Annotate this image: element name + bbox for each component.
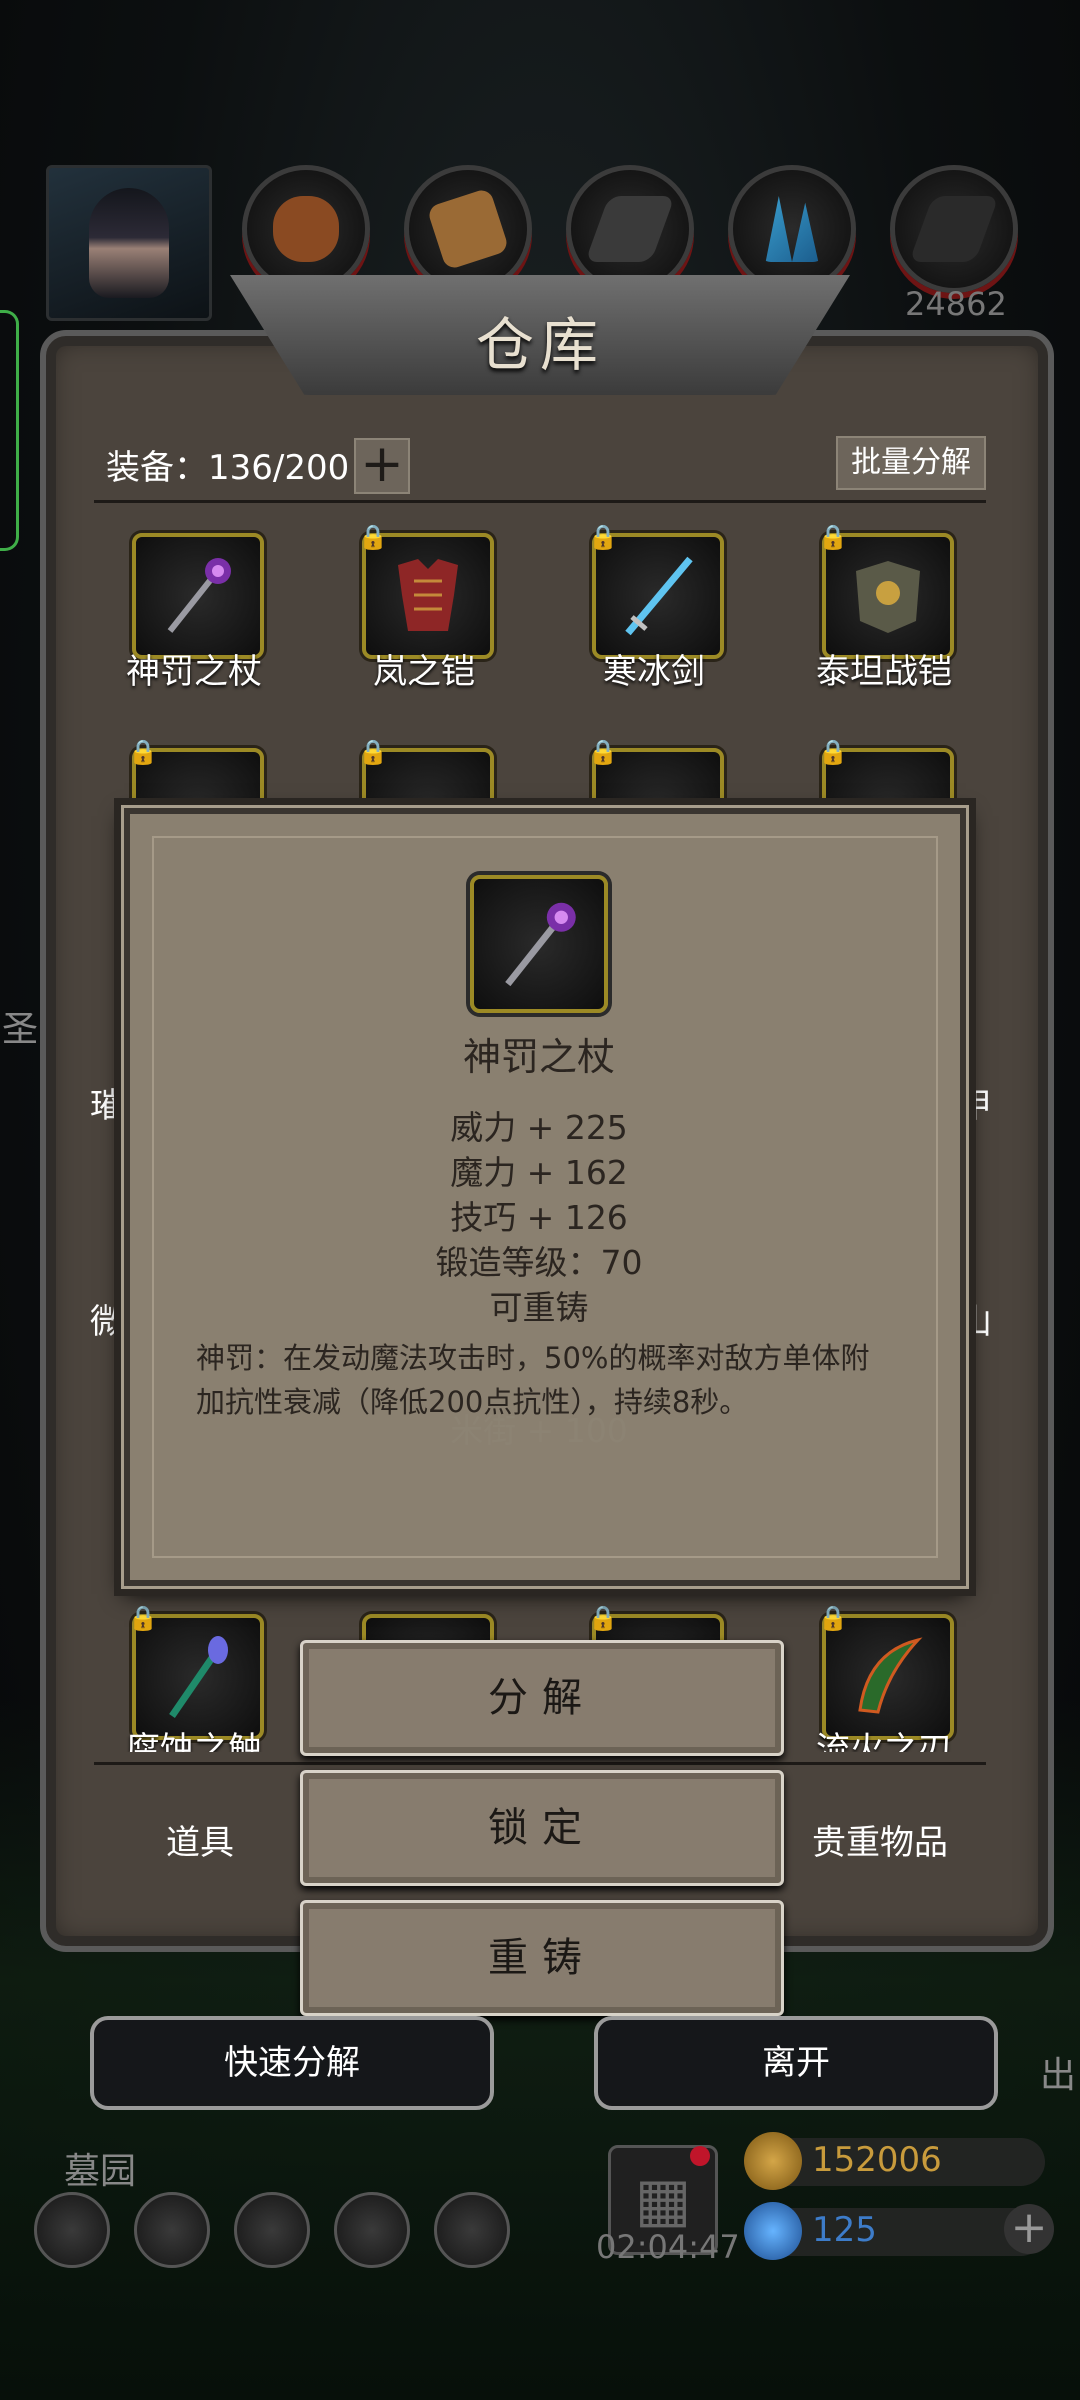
item-name: 寒冰剑 — [603, 652, 705, 692]
partial-item-name: 微 — [90, 1302, 124, 1342]
stat-forge-level: 锻造等级：70 — [435, 1243, 643, 1282]
side-label-left: 圣 — [2, 1009, 39, 1050]
armor-icon — [398, 559, 458, 631]
gold-amount: 152006 — [812, 2140, 942, 2180]
lock-icon: 🔒 — [128, 1604, 158, 1632]
leave-button[interactable]: 离开 — [594, 2016, 998, 2110]
stat-power: 威力 + 225 — [450, 1108, 628, 1147]
lock-icon: 🔒 — [588, 523, 618, 551]
lock-icon: 🔒 — [818, 738, 848, 766]
lock-button[interactable]: 锁定 — [300, 1770, 784, 1886]
lock-icon: 🔒 — [818, 523, 848, 551]
lock-icon: 🔒 — [128, 738, 158, 766]
reforge-button[interactable]: 重铸 — [300, 1900, 784, 2016]
gold-coin-icon — [744, 2132, 802, 2190]
resource-circle-ore[interactable] — [890, 165, 1018, 293]
notification-dot — [690, 2146, 710, 2166]
resource-circle-wood[interactable] — [404, 165, 532, 293]
fire-blade-icon — [858, 1637, 923, 1714]
side-label-right: 出 — [1040, 2055, 1077, 2096]
tooltip-item-icon — [470, 875, 608, 1013]
rank-icon[interactable] — [134, 2192, 210, 2268]
sword-icon — [625, 556, 693, 636]
resource-circle-crystal[interactable] — [728, 165, 856, 293]
item-name: 神罚之杖 — [126, 652, 262, 692]
tab-items[interactable]: 道具 — [166, 1815, 234, 1864]
settings-icon[interactable] — [34, 2192, 110, 2268]
staff-icon — [505, 902, 576, 987]
item-name: 流火之刃 — [816, 1730, 952, 1752]
batch-decompose-button[interactable]: 批量分解 — [836, 436, 986, 490]
lock-icon: 🔒 — [588, 1604, 618, 1632]
tab-valuables[interactable]: 贵重物品 — [812, 1815, 948, 1864]
staff-icon — [167, 558, 231, 633]
stat-skill: 技巧 + 126 — [450, 1198, 628, 1237]
expand-capacity-button[interactable]: + — [354, 438, 410, 494]
gift-timer: 02:04:47 — [596, 2228, 740, 2266]
item-slot-staff[interactable] — [132, 533, 264, 659]
avatar-face — [89, 188, 169, 298]
tooltip-item-name: 神罚之杖 — [462, 1035, 615, 1079]
location-label: 墓园 — [64, 2151, 137, 2192]
divider-top — [94, 500, 986, 503]
gem-icon — [744, 2202, 802, 2260]
lock-icon: 🔒 — [588, 738, 618, 766]
item-name: 泰坦战铠 — [816, 652, 952, 692]
partial-item-name: 璀 — [90, 1086, 124, 1126]
resource-circle-iron[interactable] — [566, 165, 694, 293]
item-slot-titan-armor[interactable]: 🔒 — [818, 523, 954, 659]
panel-title: 仓库 — [475, 311, 604, 379]
quick-decompose-button[interactable]: 快速分解 — [90, 2016, 494, 2110]
mail-icon[interactable] — [334, 2192, 410, 2268]
stat-reforgeable: 可重铸 — [489, 1288, 589, 1327]
gem-amount: 125 — [812, 2210, 877, 2250]
add-currency-button[interactable]: + — [1004, 2204, 1054, 2254]
guild-icon[interactable] — [234, 2192, 310, 2268]
item-name: 岚之铠 — [373, 652, 475, 692]
resource-circle-leather[interactable] — [242, 165, 370, 293]
lock-icon: 🔒 — [358, 523, 388, 551]
item-name: 腐蚀之触 — [126, 1730, 262, 1752]
titan-armor-icon — [856, 561, 920, 633]
equipment-count: 装备：136/200 — [106, 448, 350, 488]
ghost-stat-text: 米街 + 100 — [450, 1411, 628, 1450]
divider-bottom — [94, 1762, 986, 1765]
lock-icon: 🔒 — [818, 1604, 848, 1632]
item-slot-sword[interactable]: 🔒 — [588, 523, 724, 659]
item-slot-armor[interactable]: 🔒 — [358, 523, 494, 659]
corrosion-staff-icon — [169, 1636, 228, 1718]
lock-icon: 🔒 — [358, 738, 388, 766]
shop-icon[interactable] — [434, 2192, 510, 2268]
decompose-button[interactable]: 分解 — [300, 1640, 784, 1756]
stat-magic: 魔力 + 162 — [450, 1153, 628, 1192]
